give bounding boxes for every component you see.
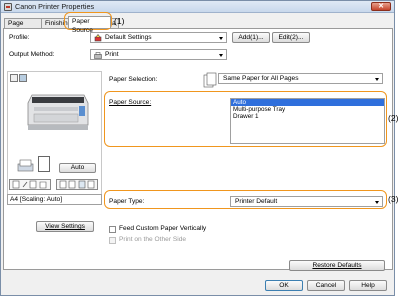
chevron-down-icon <box>219 37 223 40</box>
auto-button[interactable]: Auto <box>59 163 96 173</box>
window-title: Canon Printer Properties <box>15 2 95 11</box>
title-bar[interactable]: Canon Printer Properties ✕ <box>1 1 394 13</box>
layout-icon-group-right[interactable] <box>56 179 98 190</box>
output-method-label: Output Method: <box>9 51 55 58</box>
printer-image <box>26 85 90 132</box>
chevron-down-icon <box>219 54 223 57</box>
layout-icon-group-left[interactable] <box>9 179 51 190</box>
help-button[interactable]: Help <box>349 280 387 291</box>
preview-status-text: A4 [Scaling: Auto] <box>10 196 63 203</box>
paper-source-highlight-frame <box>104 91 387 147</box>
callout-3: (3) <box>388 194 399 204</box>
paper-selection-label: Paper Selection: <box>109 76 158 83</box>
same-paper-icon <box>203 72 217 88</box>
cancel-button[interactable]: Cancel <box>307 280 345 291</box>
profile-value: Default Settings <box>105 34 152 41</box>
callout-2: (2) <box>388 113 399 123</box>
profile-select[interactable]: Default Settings <box>90 32 227 43</box>
chevron-down-icon <box>375 78 379 81</box>
output-method-select[interactable]: Print <box>90 49 227 60</box>
output-method-value: Print <box>105 51 119 58</box>
restore-defaults-button[interactable]: Restore Defaults <box>289 260 385 271</box>
paper-stack-icon <box>17 158 35 172</box>
tab-paper-source[interactable]: Paper Source <box>68 16 111 34</box>
ok-button[interactable]: OK <box>265 280 303 291</box>
paper-selection-value: Same Paper for All Pages <box>223 75 299 82</box>
add-profile-button[interactable]: Add(1)... <box>232 32 270 43</box>
preview-toggle-icon[interactable] <box>10 74 18 82</box>
paper-selection-select[interactable]: Same Paper for All Pages <box>218 73 383 84</box>
profile-icon <box>94 34 102 42</box>
page-icon <box>38 156 50 172</box>
feed-custom-label: Feed Custom Paper Vertically <box>119 225 207 232</box>
feed-custom-checkbox[interactable] <box>109 226 116 233</box>
preview-toggle-icon-2[interactable] <box>19 74 27 82</box>
view-settings-button[interactable]: View Settings <box>36 221 94 232</box>
close-button[interactable]: ✕ <box>371 2 391 11</box>
callout-1: (1) <box>114 16 125 26</box>
printer-properties-window: Canon Printer Properties ✕ Page Setup Fi… <box>0 0 395 296</box>
tab-page-setup[interactable]: Page Setup <box>4 18 42 36</box>
profile-label: Profile: <box>9 34 30 41</box>
edit-profile-button[interactable]: Edit(2)... <box>272 32 310 43</box>
preview-status-box: A4 [Scaling: Auto] <box>7 194 102 205</box>
printer-app-icon <box>4 3 12 11</box>
print-other-side-checkbox[interactable] <box>109 237 116 244</box>
print-icon <box>94 52 102 59</box>
print-other-side-label: Print on the Other Side <box>119 236 187 243</box>
paper-type-highlight-frame <box>104 190 387 209</box>
